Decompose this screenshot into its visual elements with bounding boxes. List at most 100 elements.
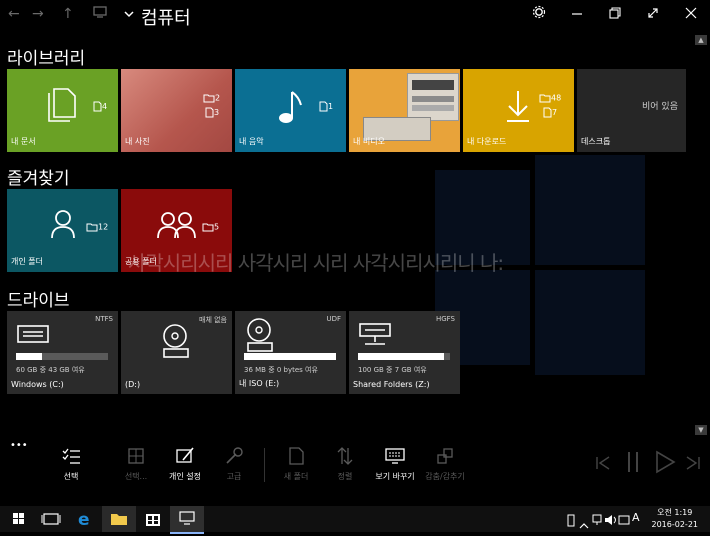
store-icon[interactable] [136,506,170,532]
sort-arrows-icon [325,446,365,468]
new-folder-button[interactable]: 새 폴더 [276,446,316,482]
scroll-down-button[interactable]: ▼ [695,425,707,435]
sort-button[interactable]: 정렬 [325,446,365,482]
drive-name: Windows (C:) [11,380,64,389]
minimize-icon[interactable] [563,5,591,27]
fullscreen-icon[interactable] [639,5,667,27]
select-button[interactable]: 선택 [51,446,91,482]
volume-icon[interactable] [604,512,618,531]
library-tile-downloads[interactable]: 48 7 내 다운로드 [463,69,574,152]
hide-label: 감춤/감추기 [425,472,465,481]
change-view-label: 보기 바꾸기 [375,472,415,481]
tile-label: 내 다운로드 [467,137,507,146]
select-label: 선택 [63,472,79,481]
tile-label: 데스크톱 [581,137,611,146]
chevron-up-icon[interactable] [579,515,589,534]
hide-button[interactable]: 감춤/감추기 [425,446,465,482]
new-folder-icon [276,446,316,468]
drive-space-info: 36 MB 중 0 bytes 여유 [244,366,318,374]
location-dropdown-chevron-icon[interactable] [124,8,134,21]
tile-label: 내 문서 [11,137,36,146]
drive-name: 내 ISO (E:) [239,379,280,388]
users-icon [157,211,197,243]
forward-button[interactable]: → [32,6,44,22]
drive-tile-z[interactable]: HGFS 100 GB 중 7 GB 여유 Shared Folders (Z:… [349,311,460,394]
download-arrow-icon [505,89,531,127]
restore-icon[interactable] [601,5,629,27]
drive-tile-c[interactable]: NTFS 60 GB 중 43 GB 여유 Windows (C:) [7,311,118,394]
filesystem-label: NTFS [95,315,113,323]
filesystem-label: HGFS [435,315,455,323]
tile-label: 내 음악 [239,137,264,146]
settings-gear-icon[interactable] [525,5,553,27]
personalize-button[interactable]: 개인 설정 [165,446,205,482]
play-icon[interactable] [654,450,676,478]
computer-icon[interactable] [92,5,108,23]
drive-name: Shared Folders (Z:) [353,380,430,389]
file-count: 1 [319,101,333,112]
drive-usage-fill [16,353,42,360]
clock-date: 2016-02-21 [651,520,699,529]
folder-count: 48 [539,93,561,103]
folder-count: 5 [202,222,219,232]
brush-icon [165,446,205,468]
grid-select-icon [116,446,156,468]
battery-icon[interactable] [566,512,576,531]
change-view-button[interactable]: 보기 바꾸기 [375,446,415,482]
library-tile-desktop[interactable]: 비어 있음 데스크톱 [577,69,686,152]
favorite-tile-personal-folder[interactable]: 12 개인 폴더 [7,189,118,272]
close-icon[interactable] [677,5,705,27]
drive-tile-e[interactable]: UDF 36 MB 중 0 bytes 여유 내 ISO (E:) [235,311,346,394]
back-button[interactable]: ← [8,6,20,22]
message-icon[interactable] [618,512,630,531]
svg-text:e: e [78,510,90,530]
drive-name: (D:) [125,380,141,389]
advanced-button[interactable]: 고급 [214,446,254,482]
up-button[interactable]: ↑ [62,6,74,22]
library-tile-music[interactable]: 1 내 음악 [235,69,346,152]
library-tile-documents[interactable]: 4 내 문서 [7,69,118,152]
file-count: 4 [93,101,107,112]
checklist-icon [51,446,91,468]
library-tile-videos[interactable]: 내 비디오 [349,69,460,152]
personalize-label: 개인 설정 [169,472,201,481]
taskbar: e A 오전 1:19 2016-02-21 [0,506,710,534]
file-explorer-icon[interactable] [102,506,136,532]
drive-usage-bar [16,353,108,360]
drive-usage-fill [358,353,444,360]
title-bar: ← → ↑ 컴퓨터 [0,0,710,32]
section-drives: 드라이브 [7,291,70,311]
more-options-button[interactable]: ••• [10,440,28,451]
music-note-icon [277,89,303,129]
task-view-icon[interactable] [34,506,68,532]
file-count: 3 [205,107,219,118]
input-method-indicator[interactable]: A [632,511,640,524]
folder-count: 2 [203,93,220,103]
edge-browser-icon[interactable]: e [68,506,102,532]
start-windows-icon[interactable] [2,506,36,532]
filesystem-label: 매체 없음 [199,316,227,324]
select-all-button[interactable]: 선택... [116,446,156,482]
tile-label: 개인 폴더 [11,257,43,266]
scroll-up-button[interactable]: ▲ [695,35,707,45]
advanced-label: 고급 [226,472,242,481]
previous-track-icon[interactable] [594,454,612,476]
documents-icon [46,87,78,127]
drive-usage-bar [358,353,450,360]
drive-space-info: 60 GB 중 43 GB 여유 [16,366,85,374]
drive-tile-d[interactable]: 매체 없음 (D:) [121,311,232,394]
active-app-icon[interactable] [170,506,204,534]
keyboard-view-icon [375,446,415,468]
new-folder-label: 새 폴더 [283,472,309,481]
select-all-label: 선택... [124,472,148,481]
library-tile-pictures[interactable]: 2 3 내 사진 [121,69,232,152]
pause-icon[interactable] [624,450,642,478]
video-thumbnail-screenshot [407,73,459,121]
section-libraries: 라이브러리 [7,49,86,69]
filesystem-label: UDF [326,315,341,323]
wrench-icon [214,446,254,468]
app-bar: ••• 선택 선택... 개인 설정 고급 새 폴더 정렬 보기 바꾸기 감춤/… [0,438,710,494]
network-icon[interactable] [591,512,603,531]
system-clock[interactable]: 오전 1:19 2016-02-21 [652,507,699,531]
next-track-icon[interactable] [684,454,702,476]
